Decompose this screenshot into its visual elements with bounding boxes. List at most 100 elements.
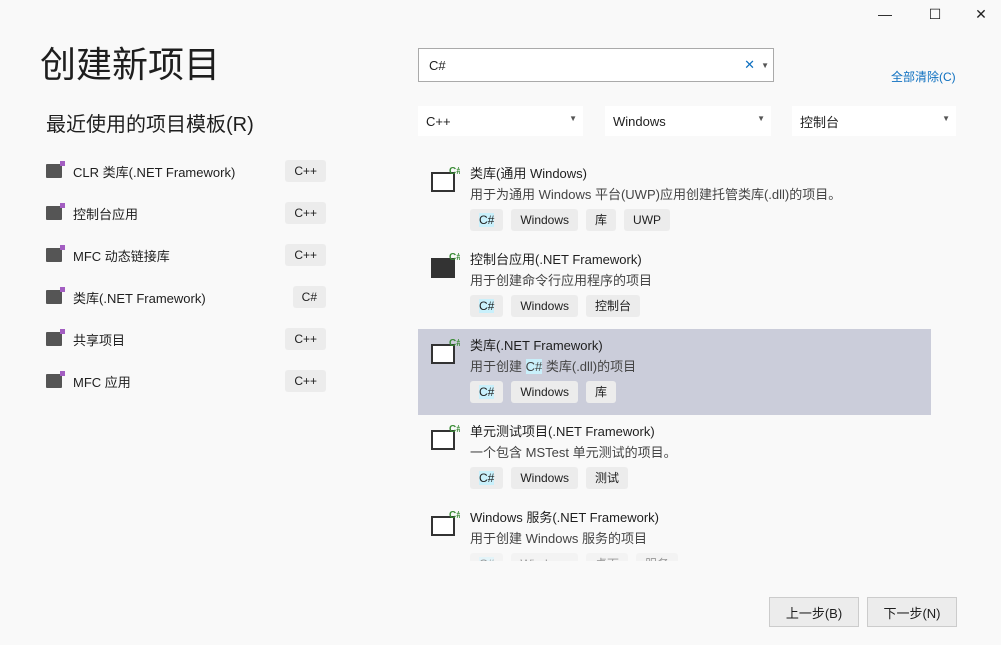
platform-filter-value: Windows [613,113,666,129]
maximize-button[interactable]: ☐ [912,0,958,28]
recent-template-item[interactable]: 共享项目 C++ [46,328,326,350]
recent-template-label: 控制台应用 [73,206,139,222]
platform-filter[interactable]: Windows ▼ [605,106,771,136]
minimize-button[interactable]: — [862,0,908,28]
project-template-icon: C# [431,338,460,364]
tag-text: C# [479,213,495,227]
search-value: C# [429,57,446,73]
clear-search-icon[interactable]: ✕ [744,57,755,73]
language-tag: C# [292,286,326,308]
template-name: 单元测试项目(.NET Framework) [470,424,655,439]
tag-text: C# [479,385,495,399]
svg-text:C#: C# [449,510,460,521]
tag-text: Windows [520,299,570,313]
page-title: 创建新项目 [40,44,221,85]
recent-template-item[interactable]: CLR 类库(.NET Framework) C++ [46,160,326,182]
search-input[interactable]: C# ✕ ▼ [418,48,774,82]
language-tag: C++ [285,244,326,266]
template-tag: Windows [511,209,579,231]
project-template-icon: C# [431,424,460,450]
template-item[interactable]: C#类库(.NET Framework)用于创建 C# 类库(.dll)的项目C… [418,329,931,415]
template-icon [46,161,65,178]
language-filter[interactable]: C++ ▼ [418,106,583,136]
template-description: 用于创建命令行应用程序的项目 [470,273,653,288]
svg-text:C#: C# [449,166,460,177]
template-icon [46,245,65,262]
tag-text: Windows [520,557,569,561]
tag-text: 控制台 [595,299,632,313]
tag-text: UWP [633,213,662,227]
template-name: 控制台应用(.NET Framework) [470,252,642,267]
template-tag: Windows [511,381,579,403]
template-description: 用于创建 [470,359,526,374]
language-filter-value: C++ [426,113,451,129]
template-tag: 测试 [586,467,629,489]
template-tag: C# [470,381,504,403]
project-template-icon: C# [431,510,460,536]
svg-text:C#: C# [449,252,460,263]
template-item[interactable]: C# 控制台应用(.NET Framework) 用于创建命令行应用程序的项目 C# W… [418,243,931,329]
clear-all-link[interactable]: 全部清除(C) [891,68,956,85]
template-tag: C# [470,467,504,489]
recent-template-label: MFC 动态链接库 [73,248,170,264]
template-tag: 库 [586,209,617,231]
recent-template-item[interactable]: 控制台应用 C++ [46,202,326,224]
tag-text: 服务 [645,557,669,561]
template-description: 用于为通用 Windows 平台(UWP)应用创建托管类库(.dll)的项目。 [470,187,842,202]
language-tag: C++ [285,328,326,350]
template-name: 类库(.NET Framework) [470,338,603,353]
template-description: 类库(.dll)的项目 [542,359,637,374]
tag-text: 桌面 [595,557,619,561]
tag-text: Windows [520,385,570,399]
svg-text:C#: C# [449,424,460,435]
project-type-filter-value: 控制台 [800,114,840,130]
chevron-down-icon: ▼ [757,114,765,123]
template-icon [46,287,65,304]
recent-template-item[interactable]: MFC 动态链接库 C++ [46,244,326,266]
template-item[interactable]: C# Windows 服务(.NET Framework) 用于创建 Windows… [418,501,931,561]
tag-text: Windows [520,471,570,485]
tag-text: C# [479,557,495,561]
template-name: 类库(通用 Windows) [470,166,588,181]
template-icon [46,371,65,388]
template-icon [46,329,65,346]
next-button[interactable]: 下一步(N) [867,597,957,627]
recent-template-label: 类库(.NET Framework) [73,290,206,306]
tag-text: C# [479,299,495,313]
language-tag: C++ [285,160,326,182]
template-tag: 库 [586,381,617,403]
template-tag: UWP [624,209,671,231]
template-item[interactable]: C# 类库(通用 Windows) 用于为通用 Windows 平台(UWP)应用创… [418,157,931,243]
language-tag: C++ [285,202,326,224]
recent-templates-heading: 最近使用的项目模板(R) [46,114,254,136]
template-item[interactable]: C# 单元测试项目(.NET Framework) 一个包含 MSTest 单元测试… [418,415,931,501]
project-template-icon: C# [431,252,460,278]
template-tag: C# [470,209,504,231]
project-type-filter[interactable]: 控制台 ▼ [792,106,956,136]
search-history-dropdown-icon[interactable]: ▼ [761,61,769,70]
chevron-down-icon: ▼ [569,114,577,123]
template-description: 用于创建 Windows 服务的项目 [470,531,647,546]
template-tag: Windows [511,467,579,489]
language-tag: C++ [285,370,326,392]
template-tag: C# [470,295,504,317]
back-button[interactable]: 上一步(B) [769,597,859,627]
project-template-icon: C# [431,166,460,192]
recent-template-label: MFC 应用 [73,374,131,390]
tag-text: Windows [520,213,570,227]
close-button[interactable]: ✕ [958,0,1001,28]
search-match: C# [525,359,543,374]
recent-template-item[interactable]: MFC 应用 C++ [46,370,326,392]
chevron-down-icon: ▼ [942,114,950,123]
template-tag: C# [470,553,504,561]
recent-template-label: 共享项目 [73,332,126,348]
recent-template-label: CLR 类库(.NET Framework) [73,164,236,180]
tag-text: 库 [595,213,608,227]
template-description: 一个包含 MSTest 单元测试的项目。 [470,445,677,460]
tag-text: 库 [595,385,608,399]
tag-text: 测试 [595,471,620,485]
template-tag: Windows [511,295,579,317]
template-icon [46,203,65,220]
svg-text:C#: C# [449,338,460,349]
recent-template-item[interactable]: 类库(.NET Framework) C# [46,286,326,308]
